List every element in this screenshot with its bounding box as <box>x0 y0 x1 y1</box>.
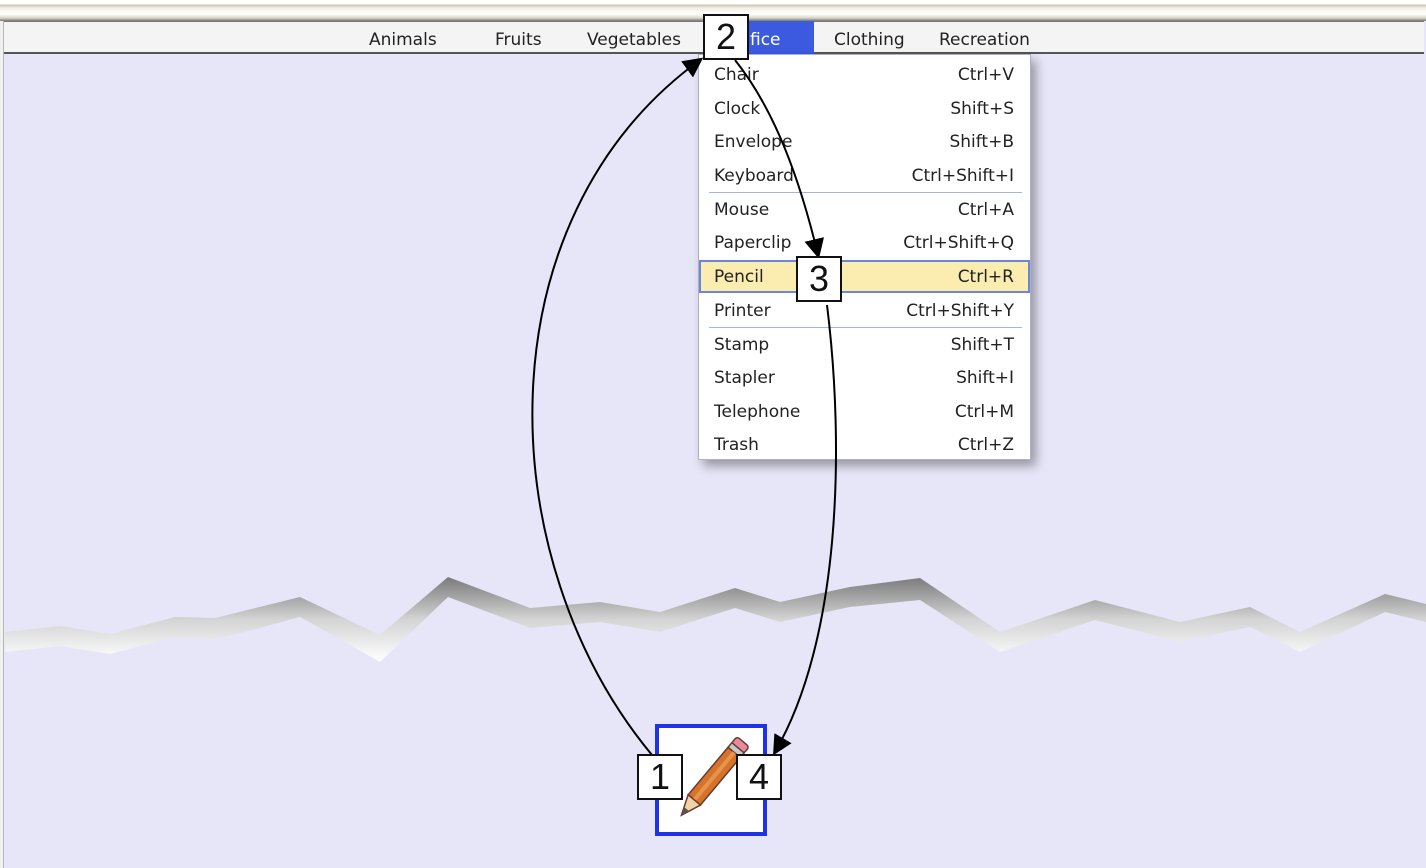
menu-item-label: Keyboard <box>714 166 794 186</box>
menu-item-label: Clock <box>714 99 761 119</box>
menu-item-label: Pencil <box>714 267 764 287</box>
menu-item-shortcut: Shift+B <box>949 132 1014 152</box>
menu-item-label: Mouse <box>714 200 770 220</box>
left-edge <box>0 21 4 868</box>
menu-recreation[interactable]: Recreation <box>939 21 1030 54</box>
menu-item-shortcut: Ctrl+V <box>957 65 1014 85</box>
menu-item-shortcut: Ctrl+M <box>954 402 1014 422</box>
menu-item-shortcut: Ctrl+R <box>957 267 1014 287</box>
menu-item-shortcut: Shift+T <box>950 335 1014 355</box>
menu-clothing[interactable]: Clothing <box>834 21 905 54</box>
menu-item-envelope[interactable]: Envelope Shift+B <box>699 125 1030 158</box>
menu-item-label: Stamp <box>714 335 770 355</box>
menu-item-label: Telephone <box>714 402 801 422</box>
menu-item-shortcut: Ctrl+Shift+Y <box>906 301 1014 321</box>
menu-item-stamp[interactable]: Stamp Shift+T <box>699 328 1030 361</box>
menu-item-label: Chair <box>714 65 759 85</box>
menu-item-label: Trash <box>714 435 759 455</box>
menu-item-label: Printer <box>714 301 771 321</box>
menu-item-keyboard[interactable]: Keyboard Ctrl+Shift+I <box>699 159 1030 192</box>
menu-item-pencil[interactable]: Pencil Ctrl+R <box>699 260 1030 293</box>
menu-item-shortcut: Ctrl+Z <box>957 435 1014 455</box>
step-label-4: 4 <box>736 754 782 800</box>
menu-item-shortcut: Ctrl+Shift+I <box>911 166 1014 186</box>
menu-item-label: Paperclip <box>714 233 792 253</box>
step-label-3: 3 <box>796 256 842 302</box>
office-dropdown-menu: Chair Ctrl+V Clock Shift+S Envelope Shif… <box>698 54 1031 460</box>
menu-item-shortcut: Ctrl+Shift+Q <box>903 233 1014 253</box>
torn-paper-divider <box>5 577 1426 662</box>
menu-item-label: Envelope <box>714 132 793 152</box>
menu-item-telephone[interactable]: Telephone Ctrl+M <box>699 395 1030 428</box>
step-label-1: 1 <box>637 754 683 800</box>
menu-item-shortcut: Shift+I <box>956 368 1014 388</box>
menu-animals[interactable]: Animals <box>369 21 437 54</box>
menu-item-printer[interactable]: Printer Ctrl+Shift+Y <box>699 294 1030 327</box>
menu-item-paperclip[interactable]: Paperclip Ctrl+Shift+Q <box>699 226 1030 259</box>
menu-item-chair[interactable]: Chair Ctrl+V <box>699 58 1030 91</box>
menu-item-mouse[interactable]: Mouse Ctrl+A <box>699 193 1030 226</box>
menu-item-trash[interactable]: Trash Ctrl+Z <box>699 428 1030 461</box>
step-label-2: 2 <box>703 14 749 60</box>
menu-item-shortcut: Shift+S <box>950 99 1014 119</box>
menu-item-label: Stapler <box>714 368 775 388</box>
menu-vegetables[interactable]: Vegetables <box>587 21 681 54</box>
menu-item-stapler[interactable]: Stapler Shift+I <box>699 361 1030 394</box>
menu-item-clock[interactable]: Clock Shift+S <box>699 92 1030 125</box>
menu-fruits[interactable]: Fruits <box>495 21 542 54</box>
menu-item-shortcut: Ctrl+A <box>957 200 1014 220</box>
